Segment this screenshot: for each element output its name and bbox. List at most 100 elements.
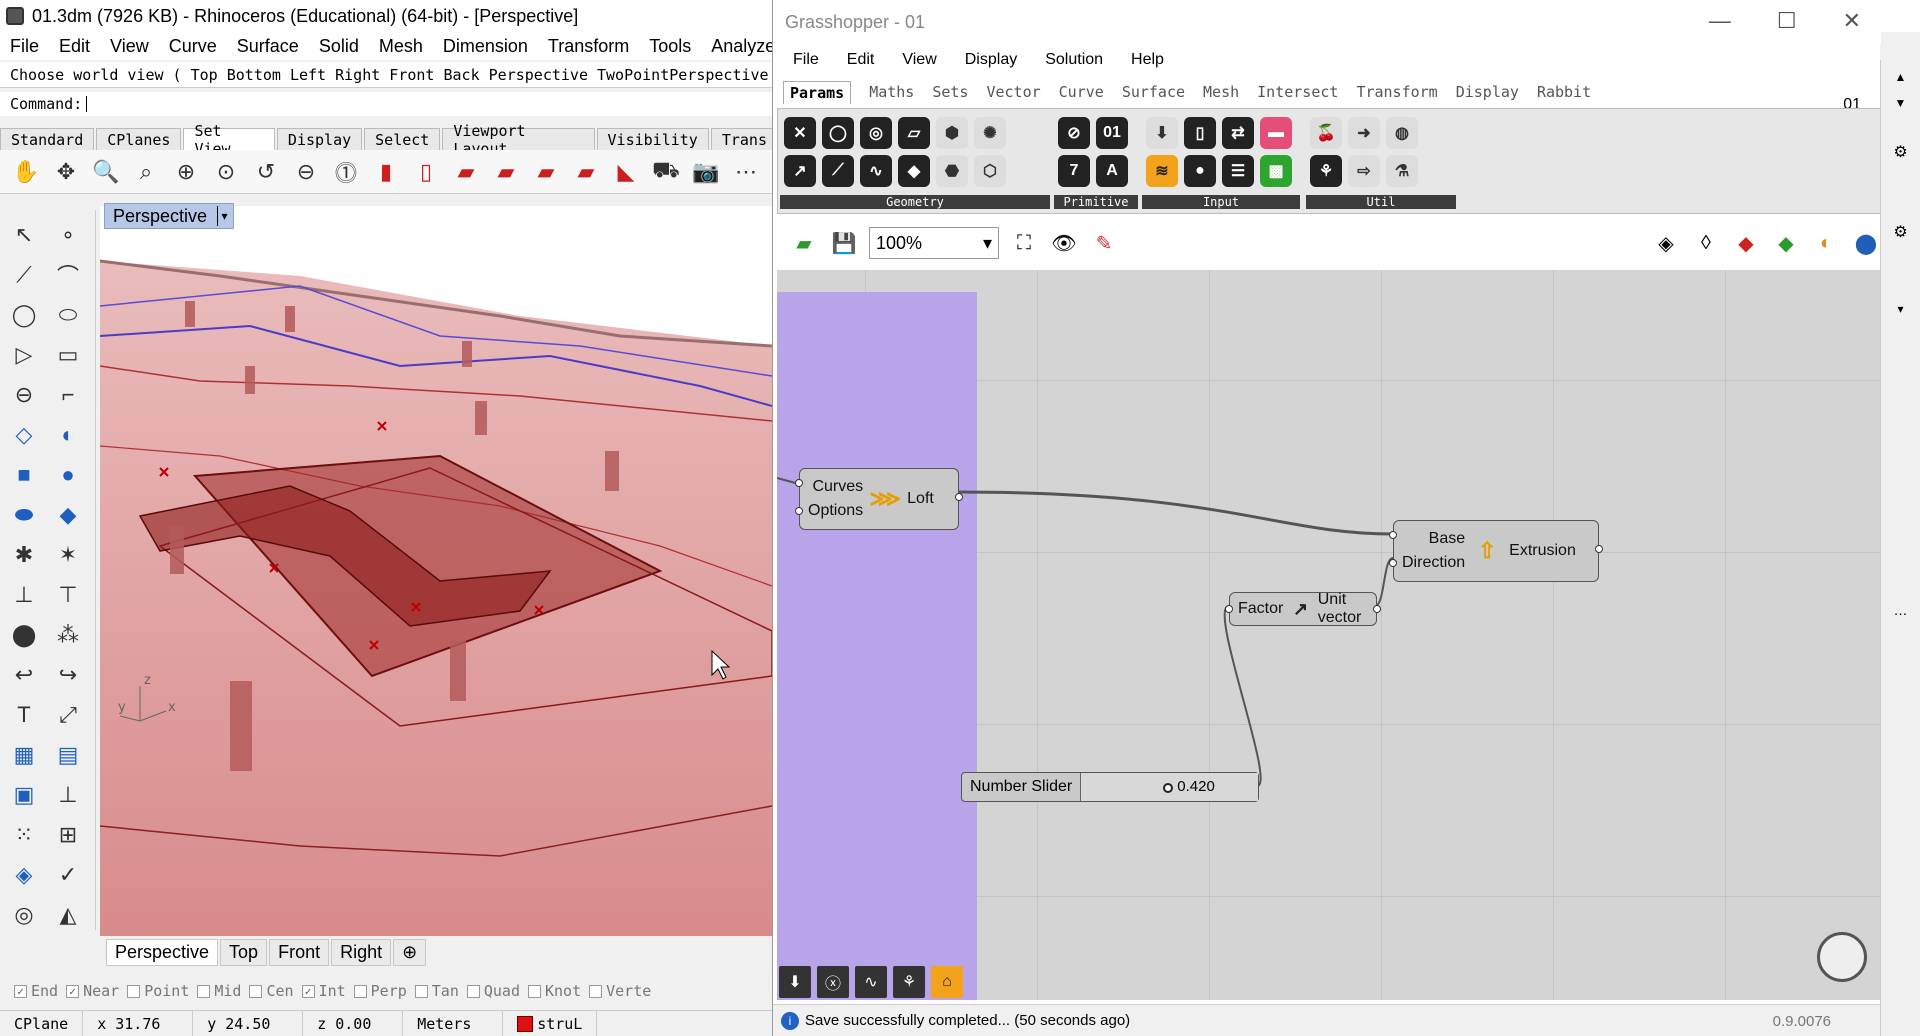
loft-input-options[interactable]: Options [808, 502, 863, 520]
osnap-end[interactable]: ✓ End [14, 982, 58, 1000]
scroll-up-icon[interactable]: ▲ [1893, 70, 1909, 86]
gh-tab-rabbit[interactable]: Rabbit [1537, 83, 1591, 101]
status-cplane[interactable]: CPlane [0, 1011, 84, 1036]
loft-input-port[interactable] [795, 479, 803, 487]
mirror-icon[interactable]: ▤ [50, 738, 86, 772]
param-boolean-icon[interactable]: ⊘ [1058, 117, 1090, 149]
rhino-menu-mesh[interactable]: Mesh [369, 36, 433, 57]
input-swatch-icon[interactable]: ▬ [1260, 117, 1292, 149]
minimize-icon[interactable]: — [1709, 8, 1731, 34]
sketch-brush-icon[interactable]: ✎ [1089, 228, 1119, 258]
settings-gear-icon[interactable]: ⚙ [1891, 142, 1911, 162]
osnap-near-checkbox[interactable]: ✓ [66, 984, 80, 998]
extrusion-output[interactable]: Extrusion [1509, 542, 1576, 560]
gh-tab-curve[interactable]: Curve [1059, 83, 1104, 101]
surface-revolve-icon[interactable]: ◐ [50, 418, 86, 452]
osnap-end-checkbox[interactable]: ✓ [14, 984, 27, 998]
gh-menu-view[interactable]: View [902, 51, 936, 69]
gh-tab-intersect[interactable]: Intersect [1257, 83, 1338, 101]
zoom-icon[interactable]: 🔍 [90, 156, 122, 188]
rectangle-icon[interactable]: ▭ [50, 338, 86, 372]
osnap-quad-checkbox[interactable] [466, 984, 480, 998]
input-graph-icon[interactable]: ≋ [1146, 155, 1178, 187]
grid-array-icon[interactable]: ⁙ [6, 818, 42, 852]
copy-icon[interactable]: ↪ [50, 658, 86, 692]
mesh-settings-icon[interactable]: ⬤ [1851, 228, 1881, 258]
osnap-knot-checkbox[interactable] [528, 984, 541, 998]
bottom-import-icon[interactable]: ⬇ [779, 966, 811, 998]
unit-vector-input-port[interactable] [1225, 605, 1233, 613]
rhino-menu-dimension[interactable]: Dimension [433, 36, 538, 57]
toolbar-tab-display[interactable]: Display [276, 128, 363, 150]
util-relay-icon[interactable]: ⇨ [1348, 155, 1380, 187]
osnap-vertex[interactable]: Verte [589, 982, 651, 1000]
navigation-compass-icon[interactable] [1817, 932, 1867, 982]
zoom-selected-icon[interactable]: ⊙ [210, 156, 242, 188]
viewport-title[interactable]: Perspective ▾ [104, 203, 234, 229]
gh-tab-maths[interactable]: Maths [869, 83, 914, 101]
surface-corner-icon[interactable]: ◇ [6, 418, 42, 452]
loft-component[interactable]: Curves Options ⋙ Loft [795, 468, 963, 530]
gh-tab-display[interactable]: Display [1456, 83, 1519, 101]
extrusion-input-port[interactable] [1389, 531, 1397, 539]
viewport-tab-top[interactable]: Top [220, 938, 268, 966]
expand-chevron-icon[interactable]: ▾ [1891, 302, 1911, 322]
util-data-dam-icon[interactable]: ➜ [1348, 117, 1380, 149]
zoom-dropdown[interactable]: 100% ▾ [869, 227, 999, 259]
trim-icon[interactable]: ⊥ [6, 578, 42, 612]
osnap-knot[interactable]: Knot [528, 982, 581, 1000]
viewport-tab-right[interactable]: Right [331, 938, 392, 966]
polygon-icon[interactable]: ▷ [6, 338, 42, 372]
text-icon[interactable]: T [6, 698, 42, 732]
rhino-menu-solid[interactable]: Solid [309, 36, 369, 57]
open-file-icon[interactable]: ▰ [789, 228, 819, 258]
extrusion-output-port[interactable] [1595, 545, 1603, 553]
zoom-one-to-one-icon[interactable]: ⓵ [330, 156, 362, 188]
preview-wireframe-icon[interactable]: ◈ [1651, 228, 1681, 258]
transform-gear-icon[interactable]: ✱ [6, 538, 42, 572]
camera-lens-icon[interactable]: ▮ [370, 156, 402, 188]
param-curve-icon[interactable]: ∿ [860, 155, 892, 187]
toolbar-tab-cplanes[interactable]: CPlanes [96, 128, 182, 150]
rhino-menu-curve[interactable]: Curve [159, 36, 227, 57]
car-view-3-icon[interactable]: ▰ [530, 156, 562, 188]
input-gradient-icon[interactable]: ▩ [1260, 155, 1292, 187]
command-line[interactable]: Command: [0, 92, 780, 116]
maximize-icon[interactable]: ☐ [1777, 8, 1797, 34]
split-icon[interactable]: ⊤ [50, 578, 86, 612]
loft-input-port[interactable] [795, 507, 803, 515]
unit-vector-output[interactable]: Unit vector [1318, 591, 1368, 627]
osnap-mid[interactable]: Mid [197, 982, 241, 1000]
rhino-menu-surface[interactable]: Surface [227, 36, 309, 57]
util-flask-icon[interactable]: ⚗ [1386, 155, 1418, 187]
join-icon[interactable]: ⁂ [50, 618, 86, 652]
loft-output-port[interactable] [955, 493, 963, 501]
toolbar-tab-visibility[interactable]: Visibility [596, 128, 709, 150]
car-view-4-icon[interactable]: ▰ [570, 156, 602, 188]
render-icon[interactable]: ◎ [6, 898, 42, 932]
material-icon[interactable]: ◭ [50, 898, 86, 932]
extrusion-input-direction[interactable]: Direction [1402, 554, 1465, 572]
zoom-window-icon[interactable]: ⌕ [130, 156, 162, 188]
loft-input-curves[interactable]: Curves [812, 478, 863, 496]
toolbar-tab-transform[interactable]: Trans [710, 128, 778, 150]
analyze-icon[interactable]: ◈ [6, 858, 42, 892]
perspective-viewport[interactable]: z y x [100, 206, 772, 936]
osnap-perp-checkbox[interactable] [353, 984, 367, 998]
input-value-list-icon[interactable]: ☰ [1222, 155, 1254, 187]
input-toggle-icon[interactable]: ⇄ [1222, 117, 1254, 149]
toolbar-tab-standard[interactable]: Standard [0, 128, 95, 150]
rhino-menu-view[interactable]: View [100, 36, 159, 57]
point-icon[interactable]: ∘ [50, 218, 86, 252]
osnap-tan-checkbox[interactable] [414, 984, 428, 998]
circle-icon[interactable]: ◯ [6, 298, 42, 332]
param-group-icon[interactable]: ⬡ [974, 155, 1006, 187]
gh-tab-params[interactable]: Params [783, 80, 852, 104]
osnap-vertex-checkbox[interactable] [589, 984, 603, 998]
gh-tab-vector[interactable]: Vector [986, 83, 1040, 101]
viewport-tab-perspective[interactable]: Perspective [106, 938, 219, 966]
param-box-icon[interactable]: ▱ [898, 117, 930, 149]
input-button-icon[interactable]: ● [1184, 155, 1216, 187]
close-icon[interactable]: ✕ [1843, 8, 1861, 34]
zoom-extents-icon[interactable]: ⛶ [1009, 228, 1039, 258]
